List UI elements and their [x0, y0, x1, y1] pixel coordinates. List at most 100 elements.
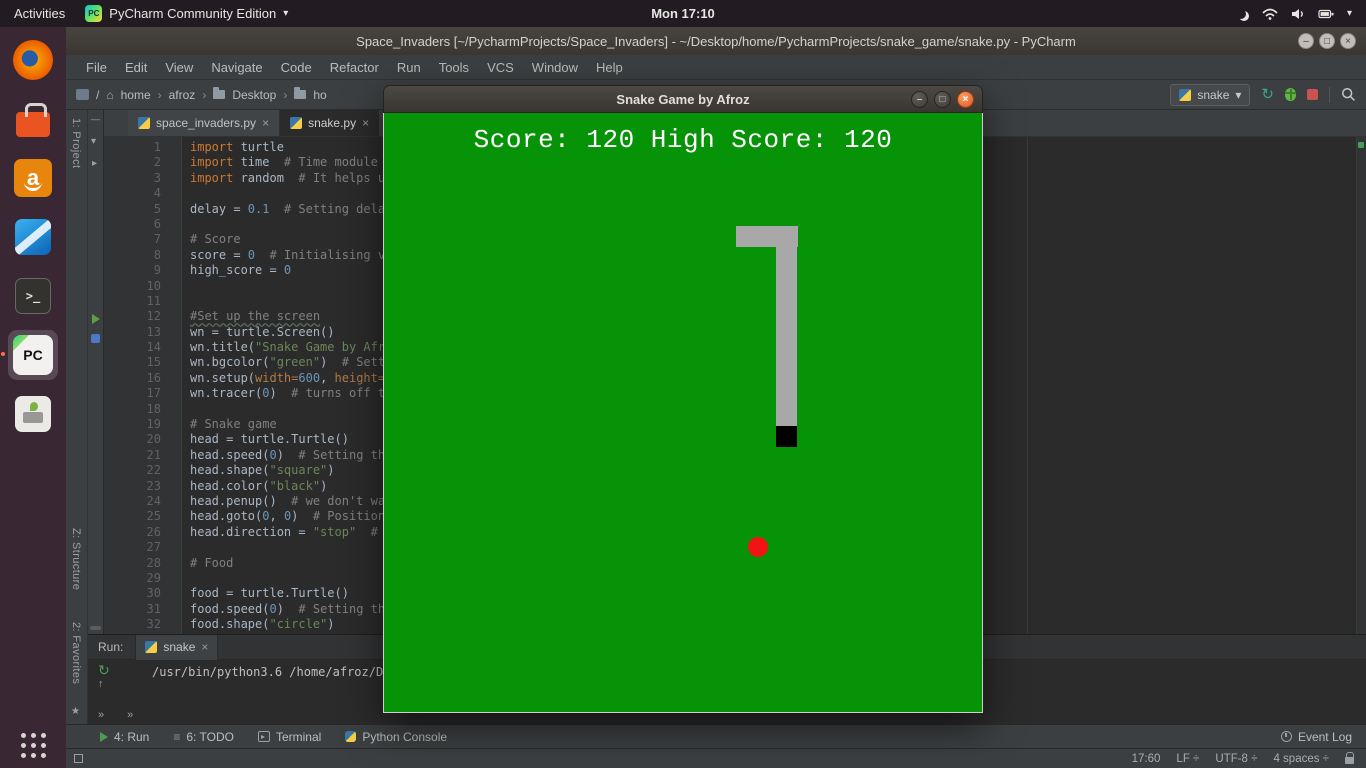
maximize-button[interactable]: □ — [1319, 33, 1335, 49]
search-icon[interactable] — [1341, 87, 1356, 102]
line-number: 27 — [146, 540, 161, 555]
breadcrumb-afroz[interactable]: afroz — [169, 88, 196, 102]
line-number: 6 — [153, 216, 161, 231]
python-file-icon — [290, 117, 303, 129]
sidebar-item-structure[interactable]: Z: Structure — [70, 528, 82, 590]
event-log-label: Event Log — [1297, 729, 1352, 744]
star-icon: ★ — [71, 706, 80, 717]
line-number: 18 — [146, 401, 161, 416]
close-icon[interactable]: × — [262, 116, 269, 130]
breadcrumb-next[interactable]: ho — [313, 88, 326, 102]
menu-help[interactable]: Help — [588, 58, 631, 77]
system-status-area[interactable]: ▾ — [1236, 8, 1352, 20]
menu-edit[interactable]: Edit — [117, 58, 155, 77]
focused-app-menu[interactable]: PC PyCharm Community Edition ▾ — [85, 5, 288, 22]
menu-vcs[interactable]: VCS — [479, 58, 522, 77]
menu-run[interactable]: Run — [389, 58, 429, 77]
error-stripe[interactable] — [1356, 137, 1366, 634]
tab-snake[interactable]: snake.py × — [280, 110, 380, 136]
indent-widget[interactable]: 4 spaces ÷ — [1273, 753, 1329, 765]
dock-item-software[interactable] — [8, 94, 58, 144]
menu-refactor[interactable]: Refactor — [322, 58, 387, 77]
tree-collapse-icon[interactable]: ▸ — [92, 158, 97, 169]
run-configuration-select[interactable]: snake ▾ — [1170, 83, 1251, 106]
line-number: 32 — [146, 617, 161, 632]
status-bar: 17:60 LF ÷ UTF-8 ÷ 4 spaces ÷ — [66, 748, 1366, 768]
encoding-widget[interactable]: UTF-8 ÷ — [1215, 753, 1257, 765]
line-number: 25 — [146, 509, 161, 524]
maximize-button[interactable]: □ — [934, 91, 951, 108]
hide-panel-icon[interactable]: — — [91, 114, 100, 124]
ide-title-bar[interactable]: Space_Invaders [~/PycharmProjects/Space_… — [66, 27, 1366, 55]
toolbar-item-run[interactable]: 4: Run — [100, 730, 149, 744]
stop-button[interactable] — [1307, 89, 1318, 100]
lock-icon[interactable] — [1345, 752, 1354, 764]
line-number: 26 — [146, 524, 161, 539]
rerun-button[interactable]: ↻ — [1261, 87, 1274, 102]
pycharm-icon: PC — [13, 335, 53, 375]
line-number: 12 — [146, 309, 161, 324]
line-number: 8 — [153, 247, 161, 262]
minimize-button[interactable]: – — [911, 91, 928, 108]
night-light-icon — [1236, 9, 1246, 19]
python-file-icon — [138, 117, 150, 129]
toolbar-item-terminal[interactable]: Terminal — [257, 730, 321, 744]
food — [748, 537, 768, 557]
chevron-right-icon: › — [283, 87, 288, 102]
tab-label: snake.py — [308, 116, 357, 130]
tree-expand-icon[interactable]: ▾ — [91, 136, 96, 147]
caret-position[interactable]: 17:60 — [1132, 753, 1161, 765]
close-button[interactable]: × — [957, 91, 974, 108]
close-icon[interactable]: × — [362, 116, 369, 130]
tool-window-switcher-icon[interactable] — [74, 754, 83, 763]
debug-button[interactable] — [1285, 88, 1296, 101]
menu-file[interactable]: File — [78, 58, 115, 77]
battery-icon — [1318, 9, 1334, 18]
breadcrumb-desktop[interactable]: Desktop — [232, 88, 276, 102]
snake-head — [776, 426, 797, 447]
collapse-icons[interactable]: » » — [98, 709, 143, 721]
toolbar-item-python-console[interactable]: Python Console — [345, 730, 447, 744]
line-ending-widget[interactable]: LF ÷ — [1176, 753, 1199, 765]
up-stack-trace-icon[interactable]: ↑ — [98, 679, 104, 690]
run-tab-snake[interactable]: snake × — [135, 634, 219, 660]
sidebar-item-project[interactable]: 1: Project — [70, 118, 82, 168]
amazon-icon: a — [14, 159, 52, 197]
toolbar-item-todo-label: 6: TODO — [186, 729, 234, 744]
dock-item-firefox[interactable] — [8, 35, 58, 85]
ubuntu-software-icon — [16, 102, 50, 137]
dock-item-amazon[interactable]: a — [8, 153, 58, 203]
tab-space-invaders[interactable]: space_invaders.py × — [128, 110, 281, 136]
toolbar-item-todo[interactable]: ≡ 6: TODO — [173, 730, 234, 744]
breadcrumb-home[interactable]: home — [121, 88, 151, 102]
line-number: 14 — [146, 340, 161, 355]
dock-item-pycharm[interactable]: PC — [1, 330, 58, 380]
game-title-bar[interactable]: Snake Game by Afroz – □ × — [383, 85, 983, 113]
menu-window[interactable]: Window — [524, 58, 586, 77]
rerun-icon[interactable]: ↻ — [98, 663, 110, 677]
close-button[interactable]: × — [1340, 33, 1356, 49]
event-log-button[interactable]: Event Log — [1280, 729, 1352, 744]
editor-gutter: 1 2 3 4 5 6 7 8 9 10 11 12 13 14 15 16 17 18 19 20 21 22 23 24 2… — [104, 137, 182, 634]
menu-navigate[interactable]: Navigate — [203, 58, 270, 77]
sidebar-item-favorites[interactable]: 2: Favorites — [70, 622, 82, 684]
dock-item-screenshot[interactable] — [8, 389, 58, 439]
toolbar-item-python-console-label: Python Console — [362, 729, 448, 744]
minimize-button[interactable]: – — [1298, 33, 1314, 49]
run-icon — [100, 731, 108, 742]
menu-code[interactable]: Code — [273, 58, 320, 77]
dock-item-vscode[interactable] — [8, 212, 58, 262]
menu-tools[interactable]: Tools — [431, 58, 477, 77]
activities-button[interactable]: Activities — [14, 6, 65, 21]
line-number: 10 — [146, 278, 161, 293]
close-icon[interactable]: × — [201, 640, 208, 654]
menu-view[interactable]: View — [157, 58, 201, 77]
project-panel-sliver: — ▾ ▸ — [88, 110, 104, 634]
file-icon — [91, 334, 100, 343]
menu-bar: File Edit View Navigate Code Refactor Ru… — [66, 55, 1366, 80]
line-number: 11 — [146, 293, 161, 308]
horizontal-scrollbar[interactable] — [90, 626, 101, 630]
show-applications-button[interactable] — [20, 733, 46, 758]
dock-item-terminal[interactable]: >_ — [8, 271, 58, 321]
breadcrumb-root[interactable]: / — [96, 88, 99, 102]
